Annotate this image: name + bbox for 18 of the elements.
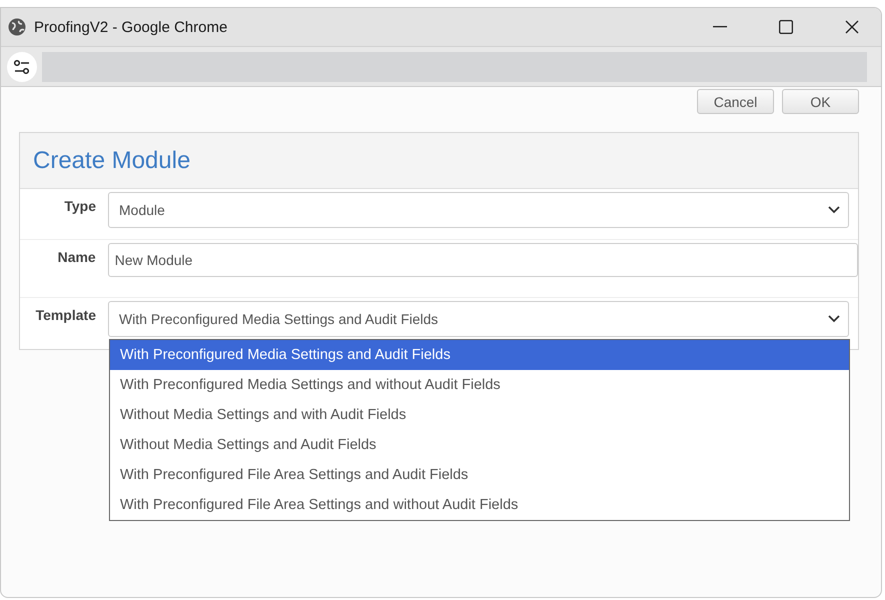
- select-field[interactable]: Module: [108, 192, 849, 228]
- field-label: Template: [34, 306, 96, 325]
- field-label: Type: [63, 197, 96, 216]
- ok-button[interactable]: OK: [782, 89, 859, 114]
- form-title: Create Module: [33, 146, 190, 174]
- settings-button[interactable]: [7, 52, 37, 82]
- name-field[interactable]: New Module: [108, 243, 858, 277]
- cancel-button[interactable]: Cancel: [697, 89, 774, 114]
- window-title: ProofingV2 - Google Chrome: [34, 18, 228, 36]
- field-label: Name: [56, 248, 96, 267]
- minimize-icon: [713, 26, 727, 28]
- globe-icon: [8, 18, 26, 36]
- chevron-down-icon: [828, 315, 840, 323]
- maximize-icon: [779, 20, 793, 34]
- sliders-icon: [13, 58, 31, 74]
- chevron-down-icon: [828, 206, 840, 214]
- dropdown-option[interactable]: With Preconfigured Media Settings and Audit Fields: [110, 340, 849, 370]
- close-icon: [845, 20, 859, 34]
